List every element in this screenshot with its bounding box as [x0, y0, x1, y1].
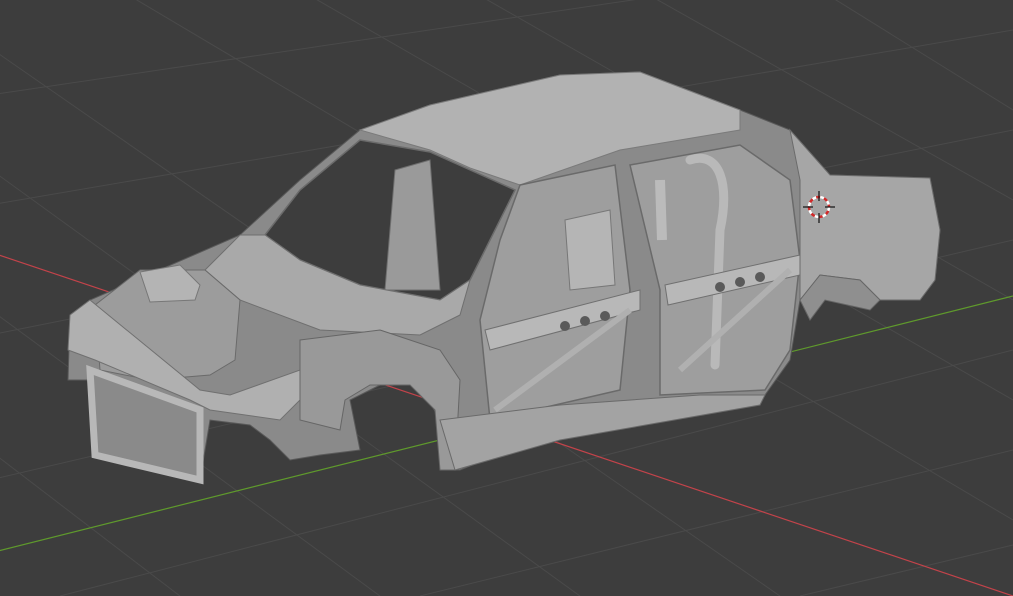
seat-box: [564, 209, 616, 291]
viewport-canvas[interactable]: [0, 0, 1013, 596]
3d-viewport[interactable]: [0, 0, 1013, 596]
roll-cage-bar: [655, 179, 667, 241]
